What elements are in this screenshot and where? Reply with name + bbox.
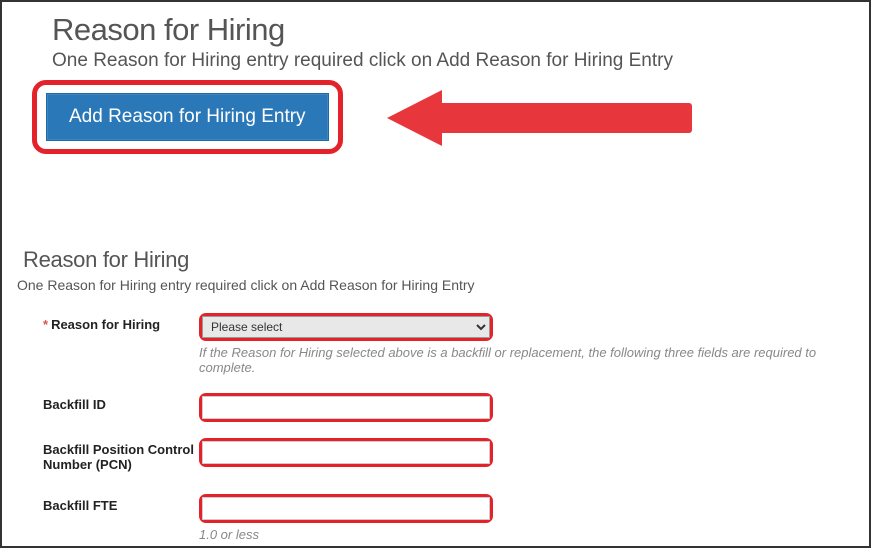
backfill-id-field-col — [199, 393, 854, 422]
backfill-fte-help-text: 1.0 or less — [199, 527, 854, 542]
required-asterisk: * — [43, 317, 48, 332]
backfill-fte-input[interactable] — [202, 497, 490, 520]
page-container: Reason for Hiring One Reason for Hiring … — [0, 0, 871, 548]
arrow-shaft — [432, 103, 692, 133]
red-arrow-annotation — [387, 90, 697, 145]
backfill-fte-label: Backfill FTE — [17, 494, 199, 513]
reason-help-text: If the Reason for Hiring selected above … — [199, 345, 854, 375]
reason-field-col: Please select If the Reason for Hiring s… — [199, 313, 854, 375]
backfill-fte-field-col: 1.0 or less — [199, 494, 854, 542]
arrow-head-icon — [387, 90, 442, 146]
reason-label: *Reason for Hiring — [17, 313, 199, 332]
backfill-pcn-highlight — [199, 438, 493, 467]
add-reason-button-top[interactable]: Add Reason for Hiring Entry — [46, 93, 329, 141]
top-section: Reason for Hiring One Reason for Hiring … — [2, 2, 869, 72]
page-title: Reason for Hiring — [52, 12, 819, 48]
form-title: Reason for Hiring — [17, 247, 854, 273]
backfill-pcn-row: Backfill Position Control Number (PCN) — [17, 438, 854, 472]
reason-row: *Reason for Hiring Please select If the … — [17, 313, 854, 375]
reason-highlight: Please select — [199, 313, 493, 341]
backfill-id-label: Backfill ID — [17, 393, 199, 412]
backfill-pcn-label: Backfill Position Control Number (PCN) — [17, 438, 199, 472]
backfill-id-input[interactable] — [202, 396, 490, 419]
reason-select[interactable]: Please select — [202, 316, 490, 338]
backfill-pcn-input[interactable] — [202, 441, 490, 464]
highlighted-button-callout: Add Reason for Hiring Entry — [32, 80, 343, 154]
page-subtitle: One Reason for Hiring entry required cli… — [52, 50, 819, 72]
backfill-id-row: Backfill ID — [17, 393, 854, 422]
form-subtitle: One Reason for Hiring entry required cli… — [17, 277, 854, 293]
backfill-fte-row: Backfill FTE 1.0 or less — [17, 494, 854, 542]
backfill-fte-highlight — [199, 494, 493, 523]
backfill-id-highlight — [199, 393, 493, 422]
backfill-pcn-field-col — [199, 438, 854, 467]
